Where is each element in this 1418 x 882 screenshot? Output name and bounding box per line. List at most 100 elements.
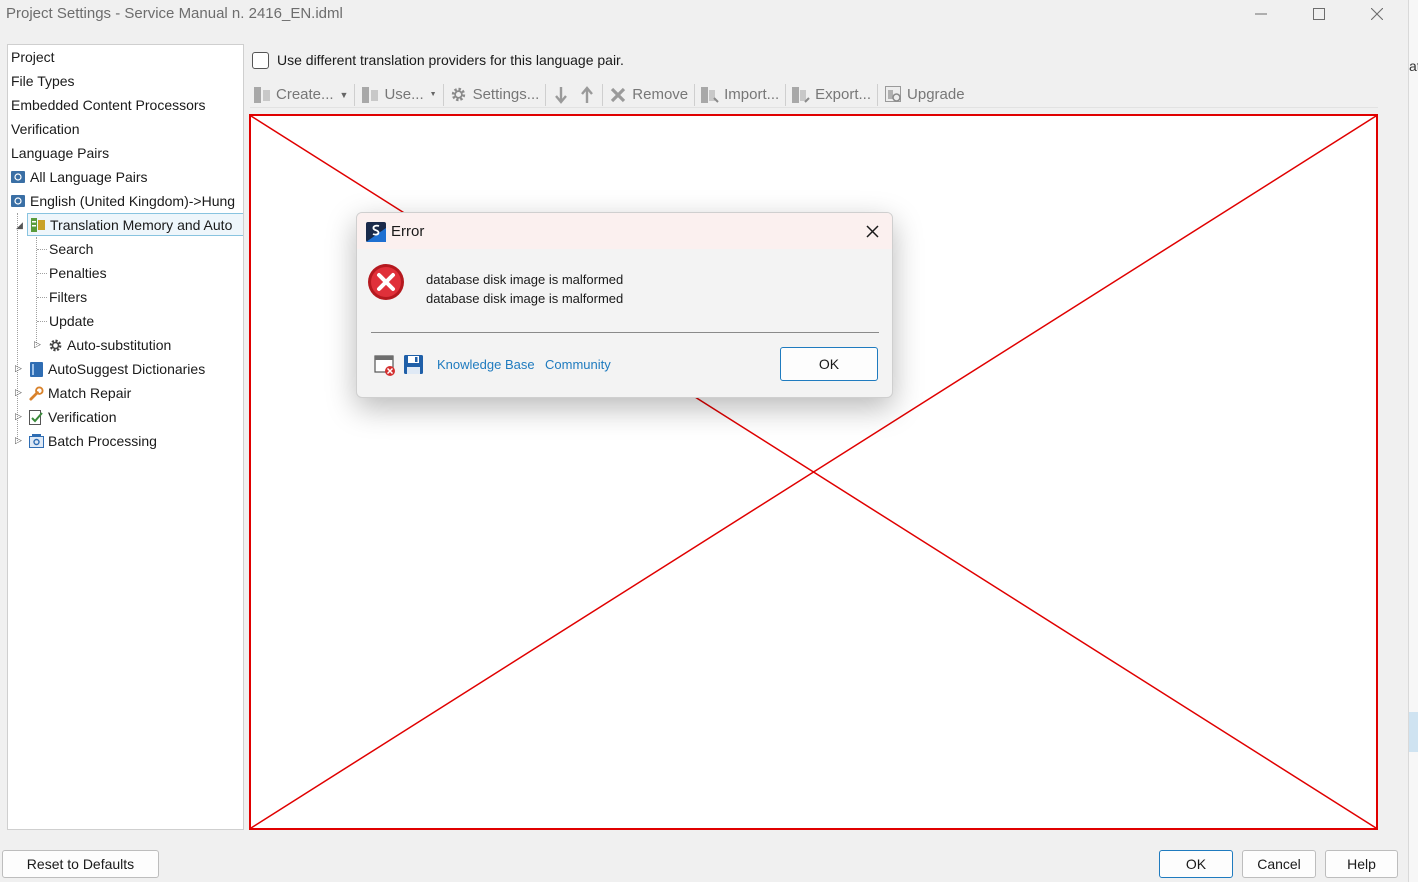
tree-item-label: Penalties [49,265,107,281]
toolbar-separator [545,83,547,106]
tree-item-label: Language Pairs [11,145,110,161]
error-message: database disk image is malformed databas… [426,270,623,308]
toolbar-separator [785,83,787,106]
expand-arrow-icon[interactable]: ▷ [15,411,22,422]
gear-icon [450,86,468,104]
tree-item-autosuggest-dictionaries[interactable]: AutoSuggest Dictionaries [28,357,205,381]
tree-item-verification[interactable]: Verification [11,117,79,141]
tree-item-match-repair[interactable]: Match Repair [28,381,131,405]
error-message-line: database disk image is malformed [426,291,624,306]
save-icon[interactable] [403,354,425,376]
use-button[interactable]: Use... ▼ [358,82,439,108]
tree-item-label: AutoSuggest Dictionaries [48,361,206,377]
reset-to-defaults-button[interactable]: Reset to Defaults [2,850,159,878]
dialog-divider [371,332,879,333]
create-button[interactable]: Create... ▼ [250,82,351,108]
tree-item-all-language-pairs[interactable]: All Language Pairs [10,165,148,189]
expand-arrow-icon[interactable]: ▷ [15,435,22,446]
tree-item-language-pairs[interactable]: Language Pairs [11,141,109,165]
window-close-button[interactable] [1348,0,1406,28]
ok-button[interactable]: OK [1159,850,1233,878]
minimize-icon [1255,13,1267,15]
tree-item-penalties[interactable]: Penalties [49,261,107,285]
background-window-edge: at [1408,0,1418,882]
tree-guide [37,273,47,274]
arrow-up-icon [578,85,596,104]
tree-item-filters[interactable]: Filters [49,285,87,309]
upgrade-label: Upgrade [907,86,965,103]
move-down-button[interactable] [549,82,575,108]
tree-item-search[interactable]: Search [49,237,93,261]
upgrade-button[interactable]: Upgrade [881,82,968,108]
batch-icon [28,433,44,449]
chevron-down-icon[interactable]: ▼ [430,91,437,98]
settings-button[interactable]: Settings... [447,82,543,108]
import-button[interactable]: Import... [698,82,782,108]
tree-item-label: Match Repair [48,385,132,401]
tree-item-verification-lp[interactable]: Verification [28,405,116,429]
community-link[interactable]: Community [545,357,611,372]
tree-item-label: English (United Kingdom)->Hung [30,193,236,209]
cancel-button[interactable]: Cancel [1242,850,1316,878]
verification-icon [28,409,44,425]
wrench-icon [28,385,44,401]
expand-arrow-icon[interactable]: ▷ [15,363,22,374]
background-scroll-bar [1409,712,1418,752]
export-button[interactable]: Export... [789,82,874,108]
create-label: Create... [276,86,334,103]
tree-item-label: File Types [11,73,75,89]
toolbar-separator [442,83,444,106]
different-providers-checkbox-label: Use different translation providers for … [277,52,624,68]
tree-item-project[interactable]: Project [11,45,55,69]
remove-label: Remove [632,86,689,103]
import-icon [701,86,719,104]
background-text-fragment: at [1409,58,1418,74]
import-label: Import... [724,86,780,103]
minimize-button[interactable] [1232,0,1290,28]
move-up-button[interactable] [575,82,599,108]
clear-log-icon[interactable] [374,354,396,376]
app-logo-icon [366,222,386,242]
tree-item-embedded-content-processors[interactable]: Embedded Content Processors [11,93,206,117]
error-dialog-close-button[interactable] [857,219,887,243]
tree-item-label: Filters [49,289,88,305]
gear-icon [47,337,63,353]
chevron-down-icon[interactable]: ▼ [340,90,349,100]
tree-guide [37,297,47,298]
expand-arrow-icon[interactable]: ▷ [34,339,41,350]
language-pair-icon [10,193,26,209]
tree-item-label: Update [49,313,95,329]
tree-item-auto-substitution[interactable]: Auto-substitution [47,333,171,357]
translation-memory-icon [30,217,46,233]
tree-item-english-hungarian[interactable]: English (United Kingdom)->Hung [10,189,235,213]
tree-item-update[interactable]: Update [49,309,94,333]
close-icon [1371,8,1383,20]
toolbar-separator [877,83,879,106]
tree-guide [37,249,47,250]
expand-arrow-icon[interactable]: ▷ [15,387,22,398]
tree-item-file-types[interactable]: File Types [11,69,75,93]
toolbar-separator [354,83,356,106]
tree-guide [36,237,37,345]
remove-button[interactable]: Remove [606,82,691,108]
collapse-arrow-icon[interactable]: ◢ [16,220,23,231]
toolbar-separator [602,83,604,106]
error-dialog-ok-button[interactable]: OK [780,347,878,381]
knowledge-base-link[interactable]: Knowledge Base [437,357,535,372]
tree-item-label: All Language Pairs [30,169,148,185]
settings-label: Settings... [472,86,540,103]
tree-item-label: Project [11,49,55,65]
maximize-button[interactable] [1290,0,1348,28]
language-pair-icon [10,169,26,185]
different-providers-checkbox-row[interactable]: Use different translation providers for … [252,50,624,70]
help-button[interactable]: Help [1325,850,1398,878]
tree-item-batch-processing[interactable]: Batch Processing [28,429,157,453]
tree-item-label: Verification [11,121,80,137]
error-dialog-title: Error [391,223,425,240]
title-bar: Project Settings - Service Manual n. 241… [0,0,1418,30]
export-label: Export... [815,86,872,103]
maximize-icon [1313,8,1325,20]
different-providers-checkbox[interactable] [252,51,269,69]
tree-item-translation-memory[interactable]: Translation Memory and Auto [27,213,243,236]
translation-provider-toolbar: Create... ▼ Use... ▼ Settings... Remove [250,82,1378,108]
